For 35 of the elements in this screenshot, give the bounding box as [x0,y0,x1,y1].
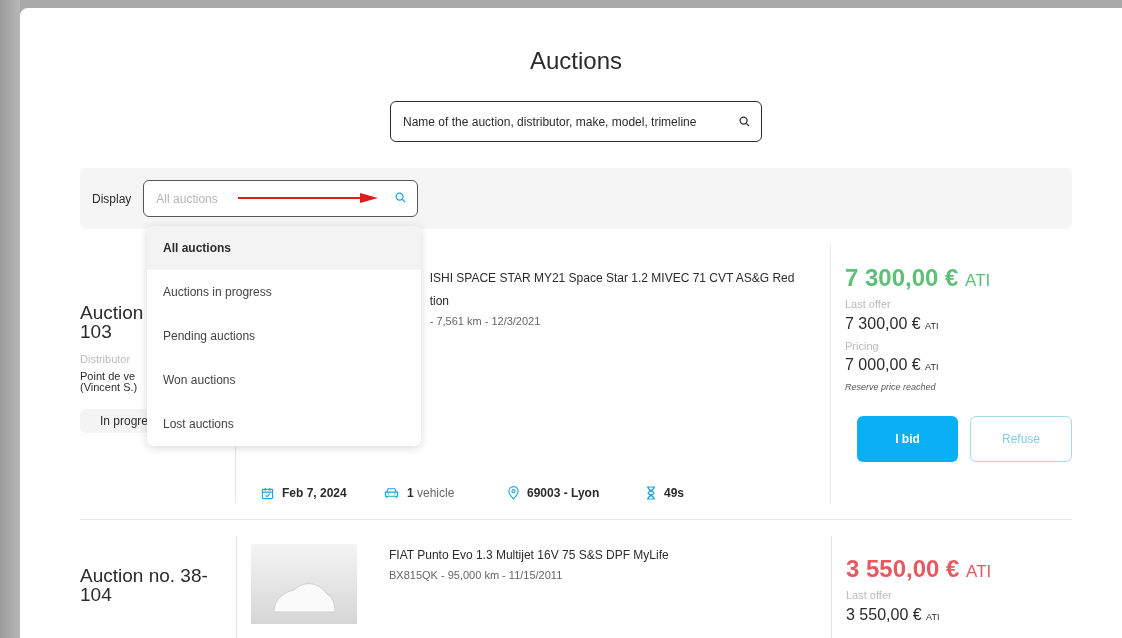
price-value: 7 000,00 € ATI [845,355,940,375]
info-text: 49s [664,485,685,502]
search-icon [395,192,407,203]
price-value: 3 550,00 € ATI [846,604,941,625]
distributor-name: Point de ve (Vincent S.) [80,370,138,393]
dropdown-item[interactable]: Auctions in progress [147,270,421,314]
vehicle-title: FIAT Punto Evo 1.3 Multijet 16V 75 S&S DPF MyLife [389,547,669,564]
auction-title: Auction no. 38- 104 [80,566,208,604]
current-price: 7 300,00 € ATI [845,264,992,293]
filter-field[interactable]: All auctions [143,180,419,217]
car-icon [384,487,399,499]
distributor-label: Distributor [80,352,131,367]
auction-title: Auction 103 [80,303,144,341]
search-field[interactable]: Name of the auction, distributor, make, model, trimeline [390,101,762,142]
dropdown-item[interactable]: All auctions [147,226,421,270]
price-label: Last offer [845,297,892,312]
dropdown-item[interactable]: Won auctions [147,358,421,402]
price-label: Last offer [846,588,893,603]
filter-label: Display [92,190,132,208]
page-title: Auctions [529,46,623,76]
vehicle-details: BX815QK - 95,000 km - 11/15/2011 [389,568,564,583]
info-text: 1 vehicle [407,485,455,502]
location-pin-icon [508,486,519,500]
search-icon [739,116,750,127]
dropdown-item[interactable]: Pending auctions [147,314,421,358]
price-value: 7 300,00 € ATI [845,313,940,334]
info-text: 69003 - Lyon [527,485,600,502]
reserve-note: Reserve price reached [845,381,937,394]
calendar-icon [261,486,274,500]
vehicle-details: - 7,561 km - 12/3/2021 [429,314,542,329]
hourglass-icon [646,486,656,500]
vehicle-title: ISHI SPACE STAR MY21 Space Star 1.2 MIVEC 71 CVT AS&G Red tion [429,270,796,310]
price-label: Pricing [845,338,880,354]
current-price: 3 550,00 € ATI [846,555,993,584]
info-text: Feb 7, 2024 [282,485,347,502]
